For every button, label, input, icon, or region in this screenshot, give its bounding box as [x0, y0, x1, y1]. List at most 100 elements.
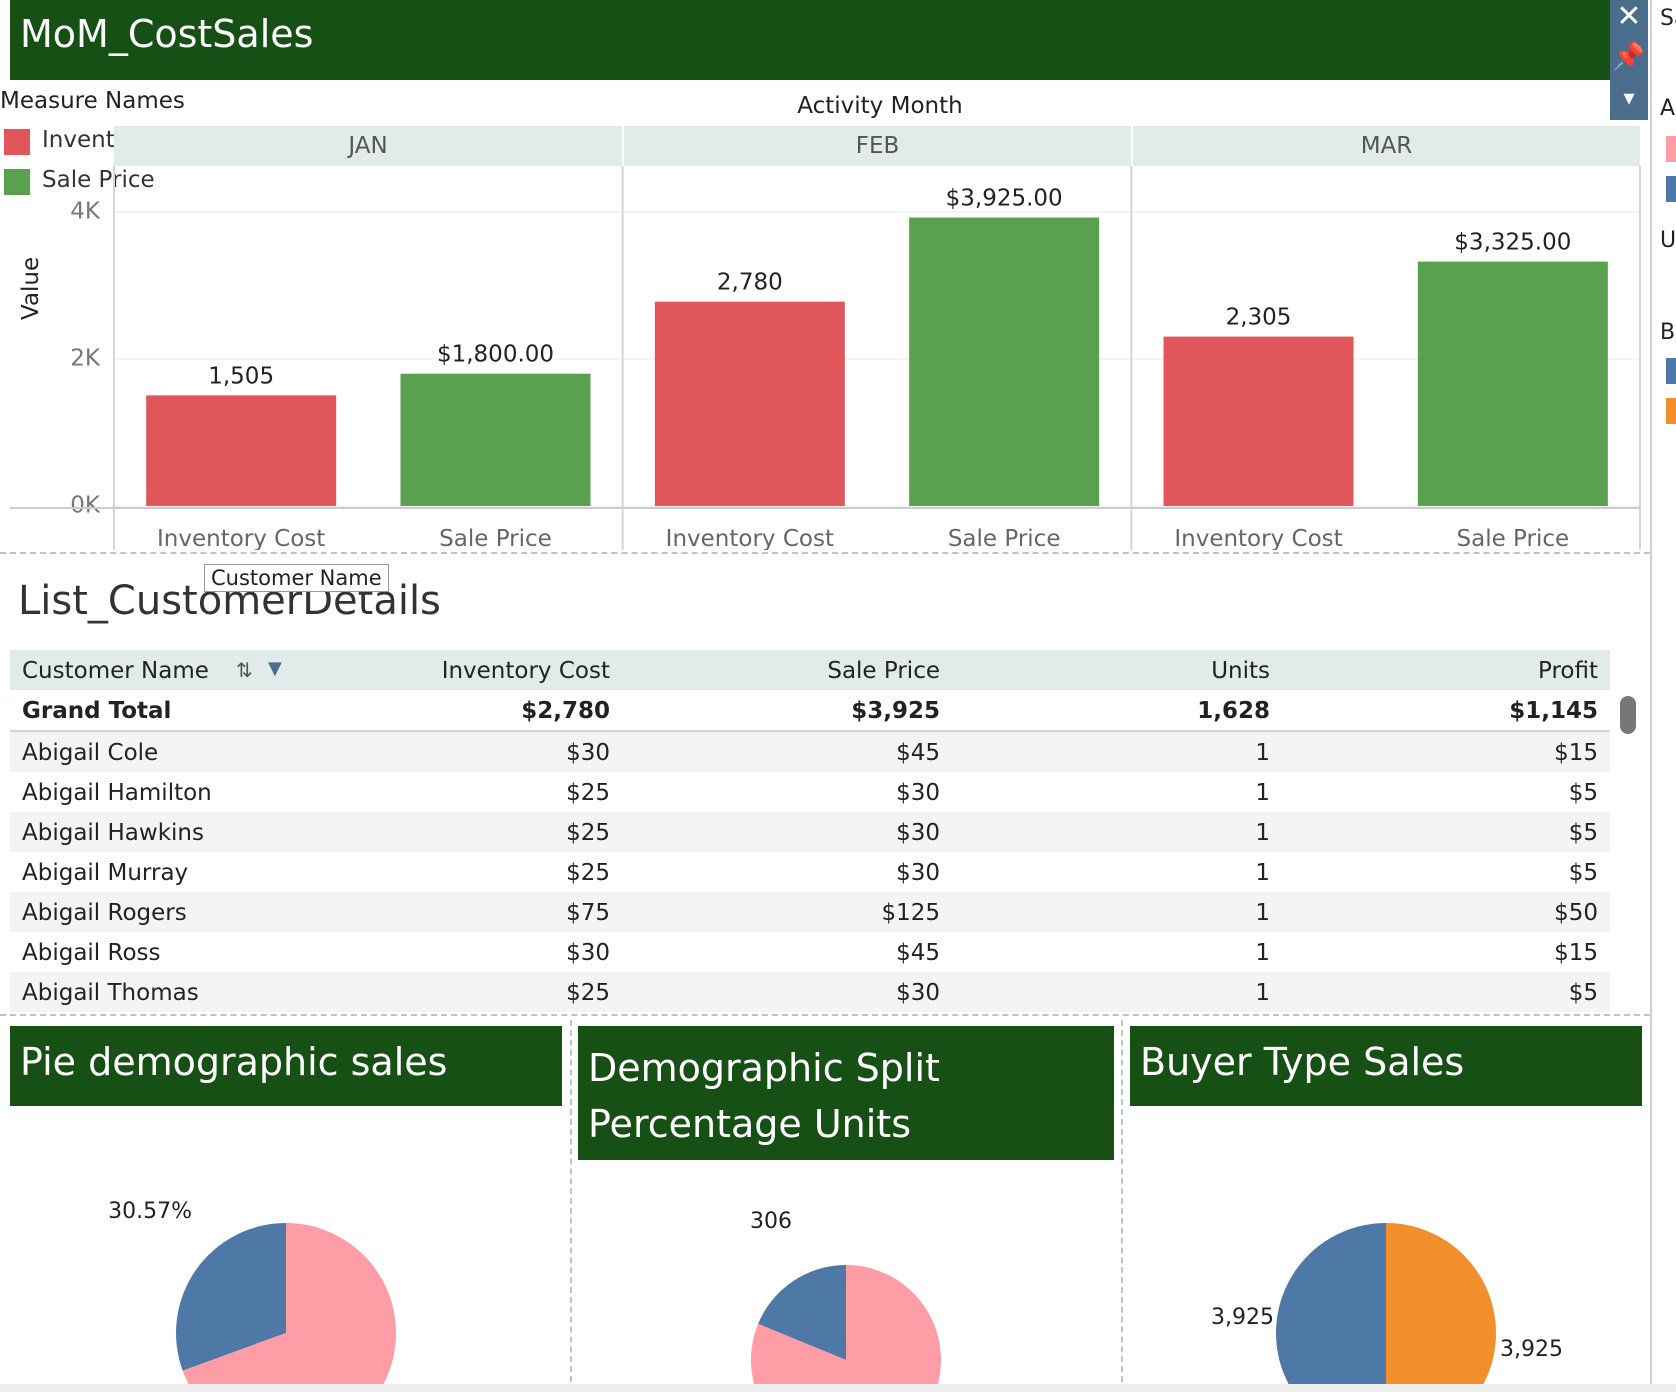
close-icon[interactable]: ✕: [1610, 0, 1648, 36]
col-header-customer-name[interactable]: Customer Name: [22, 658, 209, 684]
table-cell: $1,145: [1509, 698, 1598, 724]
month-header-jan[interactable]: JAN: [114, 126, 622, 166]
side-label-4: Bi: [1660, 320, 1676, 345]
legend-title: Measure Names: [0, 88, 185, 114]
table-cell: $25: [566, 860, 610, 886]
x-tick-label: Inventory Cost: [1174, 526, 1342, 550]
table-cell: Abigail Murray: [22, 860, 189, 886]
table-cell: Abigail Hamilton: [22, 780, 212, 806]
table-cell: $2,780: [521, 698, 610, 724]
y-tick-label: 2K: [70, 346, 101, 372]
table-cell: 1: [1255, 900, 1270, 926]
bar-sale-price-jan: [400, 373, 591, 506]
pin-icon[interactable]: 📌: [1610, 40, 1648, 76]
pie-label: 306: [750, 1209, 792, 1234]
column-header-title: Activity Month: [797, 93, 963, 119]
chevron-down-icon[interactable]: ▼: [268, 658, 282, 679]
pie-label: 3,925: [1211, 1305, 1274, 1330]
table-cell: $75: [566, 900, 610, 926]
bar-inventory-cost-jan: [146, 395, 337, 506]
x-tick-label: Sale Price: [439, 526, 552, 550]
pie-demographic-sales: 30.57%: [108, 1199, 396, 1392]
y-tick-label: 4K: [70, 199, 101, 225]
table-row[interactable]: Abigail Cole $30 $45 1 $15: [10, 732, 1610, 772]
grand-total-row[interactable]: Grand Total $2,780 $3,925 1,628 $1,145: [10, 690, 1610, 730]
bar-marks: [146, 217, 1608, 506]
table-scrollbar[interactable]: [1620, 696, 1636, 734]
side-label-2: Ap: [1660, 96, 1676, 121]
table-row[interactable]: Abigail Rogers $75 $125 1 $50: [10, 892, 1610, 932]
side-swatch-orange: [1666, 398, 1676, 424]
side-panel: Sa Ap U Bi: [1650, 0, 1676, 1392]
table-header-row: Customer Name ⇅ ▼ Inventory Cost Sale Pr…: [10, 650, 1610, 690]
tooltip: Customer Name: [204, 564, 389, 592]
table-cell: $25: [566, 780, 610, 806]
sort-icon[interactable]: ⇅: [236, 658, 253, 682]
pie-slice: [1276, 1223, 1386, 1392]
col-header-profit[interactable]: Profit: [1538, 658, 1598, 684]
legend-swatch-inventory: [4, 129, 30, 155]
table-cell: 1: [1255, 820, 1270, 846]
table-row[interactable]: Abigail Thomas $25 $30 1 $5: [10, 972, 1610, 1012]
bar-inventory-cost-mar: [1163, 336, 1354, 506]
side-label-1: Sa: [1660, 6, 1676, 31]
table-cell: Abigail Cole: [22, 740, 159, 766]
section-divider-2: [0, 1014, 1650, 1019]
table-row[interactable]: Abigail Murray $25 $30 1 $5: [10, 852, 1610, 892]
bar-data-label: $3,925.00: [946, 186, 1063, 212]
dropdown-icon[interactable]: ▾: [1610, 82, 1648, 118]
col-header-units[interactable]: Units: [1211, 658, 1270, 684]
table-cell: $3,925: [851, 698, 940, 724]
table-cell: $45: [896, 940, 940, 966]
col-header-sale-price[interactable]: Sale Price: [827, 658, 940, 684]
month-header-mar[interactable]: MAR: [1133, 126, 1640, 166]
demographic-split-title: Demographic Split Percentage Units: [588, 1046, 940, 1146]
bar-data-label: 1,505: [208, 363, 274, 389]
table-cell: $25: [566, 820, 610, 846]
table-cell: 1: [1255, 740, 1270, 766]
table-cell: $30: [566, 940, 610, 966]
chart-title: MoM_CostSales: [20, 12, 314, 56]
table-cell: 1: [1255, 940, 1270, 966]
table-row[interactable]: Abigail Hawkins $25 $30 1 $5: [10, 812, 1610, 852]
table-cell: $5: [1568, 780, 1598, 806]
month-header-feb[interactable]: FEB: [624, 126, 1131, 166]
table-cell: 1: [1255, 980, 1270, 1006]
bar-data-label: 2,305: [1226, 305, 1292, 331]
table-cell: $5: [1568, 980, 1598, 1006]
table-cell: Abigail Rogers: [22, 900, 187, 926]
side-swatch-blue-2: [1666, 358, 1676, 384]
table-cell: 1,628: [1197, 698, 1270, 724]
buyer-type-title: Buyer Type Sales: [1140, 1040, 1465, 1084]
table-cell: Abigail Thomas: [22, 980, 199, 1006]
bar-inventory-cost-feb: [654, 301, 845, 506]
table-cell: $30: [896, 980, 940, 1006]
table-cell: 1: [1255, 780, 1270, 806]
table-row[interactable]: Abigail Hamilton $25 $30 1 $5: [10, 772, 1610, 812]
pie-buyer-type: 3,925 3,925: [1211, 1223, 1563, 1392]
y-tick-label: 0K: [70, 493, 101, 519]
table-cell: Grand Total: [22, 698, 172, 724]
table-row[interactable]: Abigail Ross $30 $45 1 $15: [10, 932, 1610, 972]
table-cell: $15: [1554, 740, 1598, 766]
chart-title-banner: MoM_CostSales: [10, 0, 1610, 80]
x-tick-label: Sale Price: [1457, 526, 1570, 550]
table-cell: $5: [1568, 820, 1598, 846]
table-cell: 1: [1255, 860, 1270, 886]
pie-demographic-banner: Pie demographic sales: [10, 1026, 562, 1106]
side-label-3: U: [1660, 228, 1676, 253]
table-cell: $45: [896, 740, 940, 766]
pie-label: 30.57%: [108, 1199, 192, 1224]
table-cell: $125: [881, 900, 940, 926]
col-header-inventory-cost[interactable]: Inventory Cost: [442, 658, 610, 684]
pie-demographic-title: Pie demographic sales: [20, 1040, 448, 1084]
table-cell: $50: [1554, 900, 1598, 926]
bar-sale-price-feb: [909, 217, 1100, 506]
table-cell: $15: [1554, 940, 1598, 966]
x-tick-label: Inventory Cost: [666, 526, 834, 550]
pie-slice: [1386, 1223, 1496, 1392]
pie-demographic-split: 306: [750, 1209, 941, 1392]
table-cell: Abigail Ross: [22, 940, 161, 966]
bar-data-label: $1,800.00: [437, 342, 554, 368]
demographic-split-banner: Demographic Split Percentage Units: [578, 1026, 1114, 1160]
